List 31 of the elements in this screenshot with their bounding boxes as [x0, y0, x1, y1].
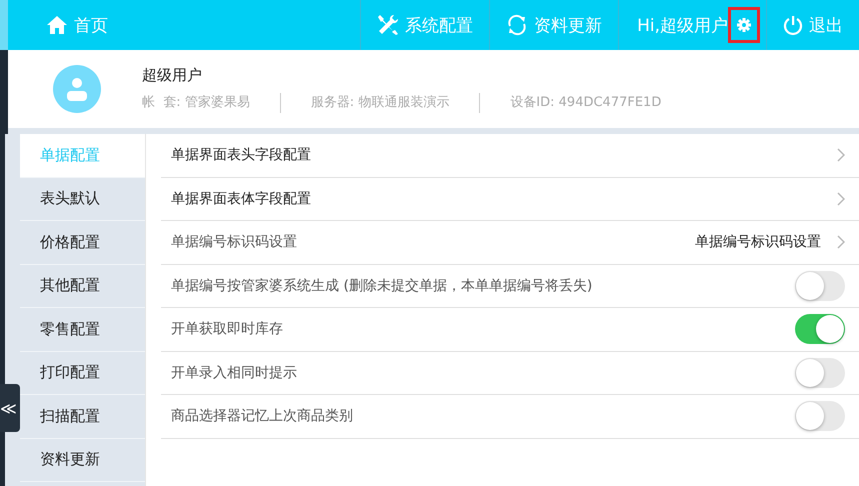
chevron-icon — [837, 192, 845, 206]
setting-row[interactable]: 单据界面表头字段配置 — [161, 134, 859, 178]
home-icon — [46, 15, 68, 35]
setting-label: 单据界面表头字段配置 — [171, 146, 312, 164]
user-greeting: Hi,超级用户 — [637, 14, 728, 36]
collapse-button[interactable]: ≪ — [0, 384, 20, 432]
user-name: 超级用户 — [142, 66, 203, 84]
setting-value: 单据编号标识码设置 — [695, 233, 821, 252]
panel-edge — [0, 0, 8, 50]
profile-info: 帐 套: 管家婆果易 — [142, 94, 251, 112]
toggle-switch[interactable] — [795, 270, 845, 301]
profile-info: 服务器: 物联通服装演示 — [280, 92, 480, 112]
power-icon — [783, 15, 803, 35]
setting-label: 单据界面表体字段配置 — [171, 190, 312, 208]
profile-info: 设备ID: 494DC477FE1D — [479, 92, 692, 112]
toggle-switch[interactable] — [795, 401, 845, 432]
setting-label: 开单录入相同时提示 — [171, 364, 298, 382]
setting-label: 单据编号标识码设置 — [171, 233, 298, 252]
setting-label: 开单获取即时库存 — [171, 320, 284, 338]
setting-row[interactable]: 单据界面表体字段配置 — [161, 178, 859, 221]
settings-icon — [737, 16, 751, 34]
settings-button[interactable] — [728, 7, 760, 43]
toggle-switch[interactable] — [795, 314, 845, 344]
chevron-icon — [837, 235, 845, 250]
chevron-icon — [837, 148, 845, 162]
tools-icon — [377, 14, 400, 36]
sync-icon — [506, 14, 528, 36]
setting-label: 单据编号按管家婆系统生成 (删除未提交单据，本单单据编号将丢失) — [171, 276, 594, 295]
toggle-switch[interactable] — [795, 358, 845, 388]
avatar-icon — [53, 65, 101, 113]
setting-label: 商品选择器记忆上次商品类别 — [171, 407, 354, 426]
